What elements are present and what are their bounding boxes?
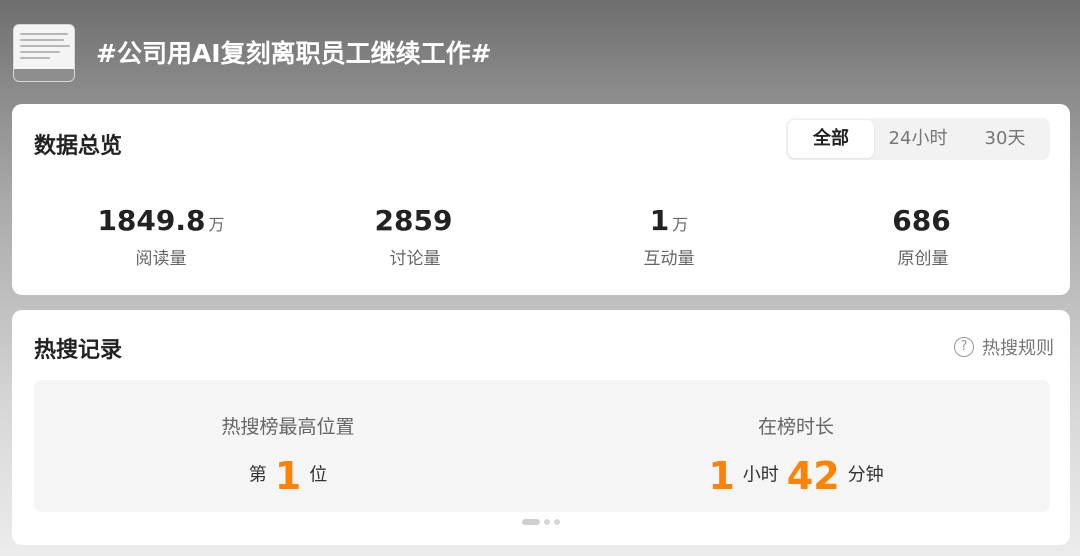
stat-reads-value: 1849.8 — [97, 204, 206, 237]
hot-search-stats-panel: 热搜榜最高位置 第1位 在榜时长 1 小时 42 分钟 — [34, 380, 1050, 512]
question-circle-icon: ? — [954, 337, 974, 357]
pagination-dot-3[interactable] — [554, 519, 560, 525]
duration-block: 在榜时长 1 小时 42 分钟 — [542, 380, 1050, 498]
highest-position-block: 热搜榜最高位置 第1位 — [34, 380, 542, 498]
stat-originals-label: 原创量 — [897, 249, 949, 269]
duration-hours-unit: 小时 — [742, 464, 779, 486]
duration-hours-value: 1 — [708, 453, 735, 498]
hot-search-title: 热搜记录 — [34, 338, 123, 363]
highest-position-suffix: 位 — [309, 464, 328, 486]
stat-discussions-label: 讨论量 — [389, 249, 441, 269]
time-range-selector: 全部 24小时 30天 — [786, 118, 1050, 160]
topic-header: #公司用AI复刻离职员工继续工作# — [0, 0, 1080, 104]
pagination-dots — [522, 519, 560, 525]
hot-search-card: 热搜记录 ? 热搜规则 热搜榜最高位置 第1位 在榜时长 1 小时 42 分钟 — [12, 310, 1070, 545]
data-overview-title: 数据总览 — [34, 134, 123, 159]
hot-search-rules-label: 热搜规则 — [982, 338, 1054, 359]
topic-thumbnail-image[interactable] — [13, 24, 75, 82]
stat-discussions-value: 2859 — [374, 204, 453, 237]
data-overview-card: 数据总览 全部 24小时 30天 1849.8 万 阅读量 2859 讨论量 1万… — [12, 104, 1070, 295]
highest-position-value: 1 — [274, 453, 302, 498]
highest-position-label: 热搜榜最高位置 — [221, 416, 355, 438]
stat-interactions-unit: 万 — [672, 215, 689, 234]
duration-label: 在榜时长 — [757, 416, 834, 438]
hot-search-rules-link[interactable]: ? 热搜规则 — [954, 334, 1054, 360]
highest-position-prefix: 第 — [248, 464, 267, 486]
tab-30-days[interactable]: 30天 — [962, 120, 1048, 158]
stat-originals-value: 686 — [892, 204, 951, 237]
stat-interactions-value: 1 — [649, 204, 670, 237]
tab-all[interactable]: 全部 — [788, 120, 874, 158]
stat-interactions: 1万 互动量 — [542, 204, 796, 269]
stat-reads-label: 阅读量 — [135, 249, 187, 269]
stat-reads: 1849.8 万 阅读量 — [34, 204, 288, 269]
stat-discussions: 2859 讨论量 — [288, 204, 542, 269]
pagination-dot-2[interactable] — [544, 519, 550, 525]
pagination-dot-1[interactable] — [522, 519, 540, 525]
stat-interactions-label: 互动量 — [643, 249, 695, 269]
stat-originals: 686 原创量 — [796, 204, 1050, 269]
duration-minutes-value: 42 — [786, 453, 840, 498]
stat-reads-unit: 万 — [208, 215, 225, 234]
tab-24-hours[interactable]: 24小时 — [874, 120, 962, 158]
topic-title: #公司用AI复刻离职员工继续工作# — [96, 39, 492, 68]
duration-minutes-unit: 分钟 — [847, 464, 884, 486]
